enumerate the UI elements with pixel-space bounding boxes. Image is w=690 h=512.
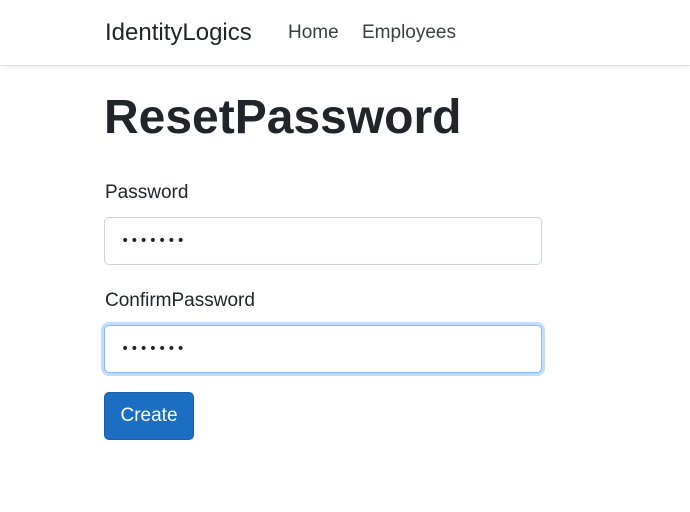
password-field[interactable]: [104, 217, 542, 265]
page-title: ResetPassword: [104, 91, 462, 144]
nav-link-home[interactable]: Home: [288, 21, 339, 45]
nav-link-employees[interactable]: Employees: [362, 21, 456, 45]
brand-link[interactable]: IdentityLogics: [105, 18, 252, 48]
confirm-password-label: ConfirmPassword: [105, 290, 255, 311]
create-button[interactable]: Create: [104, 392, 194, 440]
top-navbar: IdentityLogics Home Employees: [0, 0, 690, 66]
password-label: Password: [105, 182, 189, 203]
confirm-password-field[interactable]: [104, 325, 542, 373]
